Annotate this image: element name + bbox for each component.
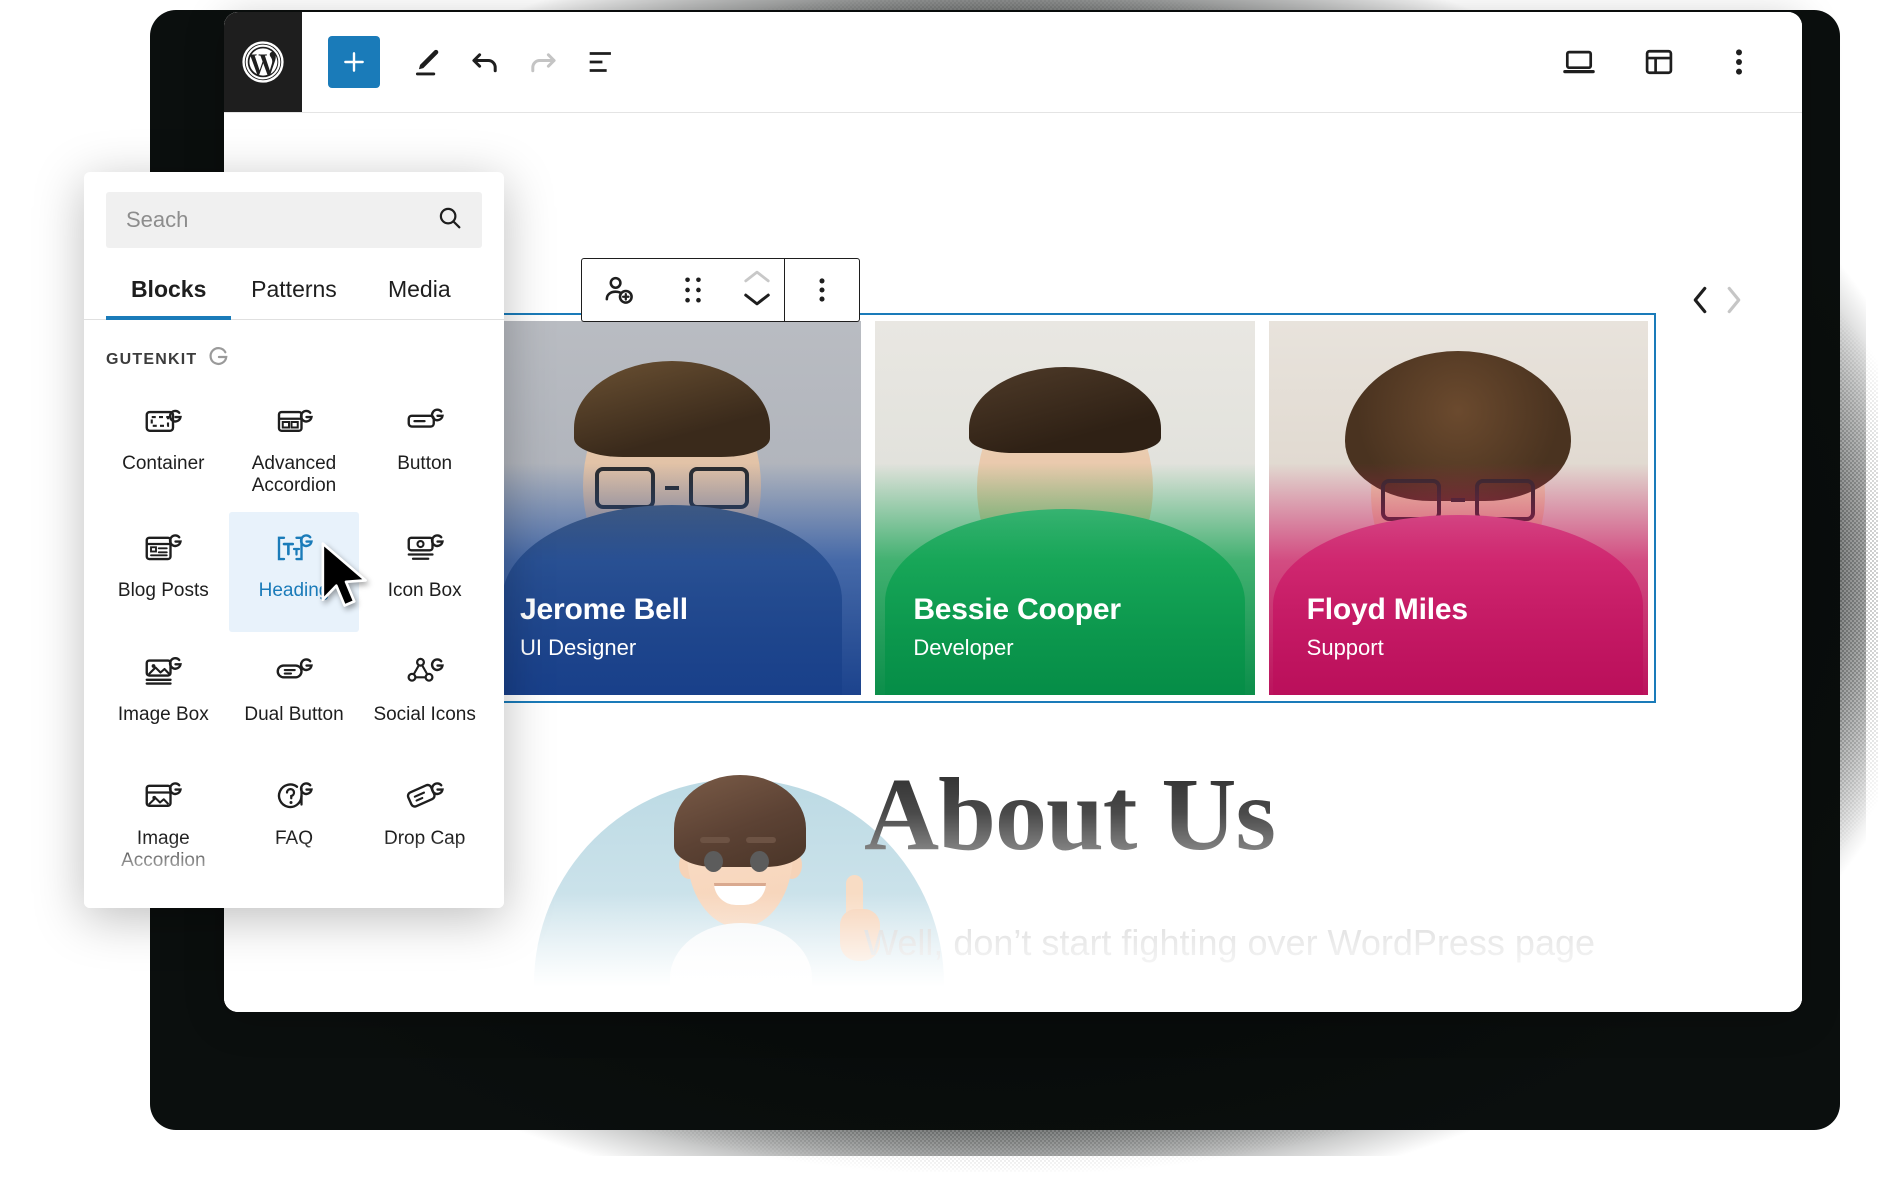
laptop-preview-button[interactable] xyxy=(1552,35,1606,89)
block-item-share[interactable] xyxy=(98,887,229,908)
block-item-container[interactable]: Container xyxy=(98,385,229,508)
block-more-options-button[interactable] xyxy=(785,259,859,321)
block-item-label: Image Accordion xyxy=(121,827,206,872)
search-field-wrapper[interactable] xyxy=(106,192,482,248)
social-icons-icon xyxy=(405,650,445,696)
block-item-button[interactable]: Button xyxy=(359,385,490,508)
team-member-info: Jerome Bell UI Designer xyxy=(520,593,688,661)
team-member-name: Bessie Cooper xyxy=(913,593,1121,626)
block-item-label: Drop Cap xyxy=(384,827,466,849)
block-item-social-icons[interactable]: Social Icons xyxy=(359,636,490,756)
block-item-drop-cap[interactable]: Drop Cap xyxy=(359,760,490,883)
block-item-image-box[interactable]: Image Box xyxy=(98,636,229,756)
undo-button[interactable] xyxy=(458,35,512,89)
search-input[interactable] xyxy=(124,206,436,234)
more-options-button[interactable] xyxy=(1712,35,1766,89)
wordpress-logo-icon[interactable] xyxy=(224,12,302,112)
document-overview-button[interactable] xyxy=(574,35,628,89)
block-move-buttons xyxy=(730,259,784,321)
icon-box-icon xyxy=(405,526,445,572)
team-member-role: UI Designer xyxy=(520,635,637,660)
editor-top-toolbar xyxy=(224,12,1802,113)
team-member-role: Support xyxy=(1306,635,1384,660)
tab-blocks[interactable]: Blocks xyxy=(106,266,232,320)
container-icon xyxy=(143,399,183,445)
team-members-block[interactable]: Jerome Bell UI Designer Bessie Cooper De… xyxy=(474,313,1656,703)
dual-button-icon xyxy=(274,650,314,696)
share-icon xyxy=(143,901,183,908)
faq-icon xyxy=(274,774,314,820)
block-item-label: Button xyxy=(397,453,453,474)
advanced-accordion-icon xyxy=(274,399,314,445)
block-grid: Container Advanced Accordion Button Blog… xyxy=(84,377,504,908)
move-up-button[interactable] xyxy=(742,268,772,290)
team-member-card[interactable]: Jerome Bell UI Designer xyxy=(482,321,862,695)
team-member-card[interactable]: Bessie Cooper Developer xyxy=(875,321,1255,695)
tab-media[interactable]: Media xyxy=(357,266,482,319)
block-item-label: FAQ xyxy=(274,827,313,849)
basket-icon xyxy=(405,901,445,908)
block-item-label: Image Box xyxy=(117,703,209,725)
team-member-info: Floyd Miles Support xyxy=(1307,593,1468,661)
block-item-label: Dual Button xyxy=(244,703,344,725)
block-item-back-to-top[interactable] xyxy=(229,887,360,908)
block-item-label: Social Icons xyxy=(373,703,476,725)
block-item-faq[interactable]: FAQ xyxy=(229,760,360,883)
block-item-heading[interactable]: Heading xyxy=(228,511,360,632)
team-member-role: Developer xyxy=(913,635,1014,660)
block-toolbar xyxy=(581,258,860,322)
block-item-basket[interactable] xyxy=(359,887,490,908)
block-drag-handle-icon[interactable] xyxy=(656,259,730,321)
toolbar-right-group xyxy=(1552,35,1802,89)
carousel-prev-button[interactable] xyxy=(1690,285,1710,320)
block-item-label: Container xyxy=(122,453,205,474)
screenshot-stage: Jerome Bell UI Designer Bessie Cooper De… xyxy=(0,0,1900,1184)
image-accordion-icon xyxy=(143,774,183,820)
block-item-advanced-accordion[interactable]: Advanced Accordion xyxy=(229,385,360,508)
back-to-top-icon xyxy=(274,901,314,908)
gutenkit-g-icon xyxy=(207,346,229,373)
toolbar-left-group xyxy=(302,35,628,89)
move-down-button[interactable] xyxy=(742,291,772,313)
block-item-label: Icon Box xyxy=(387,579,462,601)
tab-patterns[interactable]: Patterns xyxy=(231,266,356,319)
carousel-next-button[interactable] xyxy=(1724,285,1744,320)
blog-posts-icon xyxy=(143,526,183,572)
team-member-card[interactable]: Floyd Miles Support xyxy=(1268,321,1648,695)
about-subtitle: Well, don’t start fighting over WordPres… xyxy=(864,922,1596,963)
block-category-label: GUTENKIT xyxy=(106,350,198,368)
tools-pencil-button[interactable] xyxy=(400,35,454,89)
block-item-icon-box[interactable]: Icon Box xyxy=(359,512,490,632)
about-title: About Us xyxy=(864,763,1704,867)
block-type-team-icon[interactable] xyxy=(582,259,656,321)
block-item-label: Heading xyxy=(258,579,330,601)
settings-sidebar-button[interactable] xyxy=(1632,35,1686,89)
block-item-label: Blog Posts xyxy=(117,579,209,601)
team-members-grid: Jerome Bell UI Designer Bessie Cooper De… xyxy=(476,315,1654,701)
team-member-info: Bessie Cooper Developer xyxy=(913,593,1121,661)
inserter-search-area xyxy=(84,172,504,248)
about-text-block: About Us Well, don’t start fighting over… xyxy=(864,763,1704,968)
block-inserter-panel: Blocks Patterns Media GUTENKIT xyxy=(84,172,504,908)
image-box-icon xyxy=(143,650,183,696)
block-item-dual-button[interactable]: Dual Button xyxy=(229,636,360,756)
heading-icon xyxy=(274,526,314,572)
add-block-button[interactable] xyxy=(328,36,380,88)
search-icon xyxy=(436,204,464,237)
redo-button[interactable] xyxy=(516,35,570,89)
block-item-blog-posts[interactable]: Blog Posts xyxy=(98,512,229,632)
drop-cap-icon xyxy=(405,774,445,820)
team-member-name: Floyd Miles xyxy=(1306,593,1468,626)
block-category-header: GUTENKIT xyxy=(84,320,504,377)
block-item-label: Advanced Accordion xyxy=(251,453,337,497)
button-icon xyxy=(405,399,445,445)
team-member-name: Jerome Bell xyxy=(520,593,688,626)
block-item-image-accordion[interactable]: Image Accordion xyxy=(98,760,229,883)
inserter-tabs: Blocks Patterns Media xyxy=(84,266,504,320)
carousel-navigation xyxy=(1690,285,1744,320)
